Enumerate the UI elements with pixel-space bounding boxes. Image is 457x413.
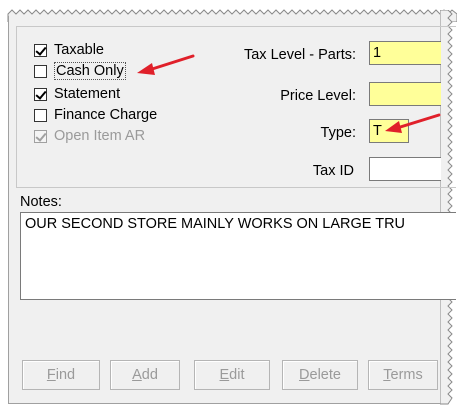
price-level-label: Price Level: — [280, 88, 356, 104]
open-item-ar-label: Open Item AR — [54, 128, 146, 144]
add-button[interactable]: Add — [110, 360, 180, 390]
add-button-mnemonic: A — [132, 367, 142, 383]
open-item-ar-checkbox-row: Open Item AR — [34, 128, 145, 144]
delete-button[interactable]: Delete — [282, 360, 358, 390]
find-button[interactable]: Find — [22, 360, 100, 390]
cash-only-label: Cash Only — [54, 62, 126, 80]
terms-button[interactable]: Terms — [368, 360, 438, 390]
find-button-mnemonic: F — [46, 367, 56, 383]
delete-button-mnemonic: D — [299, 367, 310, 383]
taxable-label: Taxable — [54, 42, 104, 58]
statement-label: Statement — [54, 86, 121, 102]
open-item-ar-checkbox — [34, 129, 47, 143]
finance-charge-checkbox[interactable] — [34, 108, 47, 122]
finance-charge-label: Finance Charge — [54, 107, 158, 123]
arrow-to-type-field-icon — [385, 113, 441, 133]
taxable-checkbox[interactable] — [34, 43, 47, 57]
price-level-field[interactable] — [369, 82, 441, 106]
notes-label: Notes: — [20, 194, 62, 210]
edit-button-mnemonic: E — [219, 367, 230, 383]
taxable-checkbox-row[interactable]: Taxable — [34, 42, 104, 58]
cash-only-checkbox-row[interactable]: Cash Only — [34, 62, 126, 80]
edit-button-label: dit — [229, 367, 245, 383]
terms-button-mnemonic: T — [383, 367, 391, 383]
tax-id-field[interactable] — [369, 157, 441, 181]
terms-button-label: erms — [390, 367, 423, 383]
edit-button[interactable]: Edit — [194, 360, 270, 390]
tax-level-parts-field[interactable]: 1 — [369, 41, 441, 65]
notes-textarea[interactable]: OUR SECOND STORE MAINLY WORKS ON LARGE T… — [20, 212, 456, 300]
type-label: Type: — [320, 125, 356, 141]
delete-button-label: elete — [309, 367, 341, 383]
add-button-label: dd — [141, 367, 158, 383]
arrow-to-cash-only-icon — [137, 54, 195, 75]
tax-id-label: Tax ID — [312, 163, 354, 179]
statement-checkbox-row[interactable]: Statement — [34, 86, 120, 102]
tax-level-parts-label: Tax Level - Parts: — [243, 47, 356, 63]
finance-charge-checkbox-row[interactable]: Finance Charge — [34, 107, 157, 123]
find-button-label: ind — [55, 367, 76, 383]
cash-only-checkbox[interactable] — [34, 64, 47, 78]
statement-checkbox[interactable] — [34, 87, 47, 101]
